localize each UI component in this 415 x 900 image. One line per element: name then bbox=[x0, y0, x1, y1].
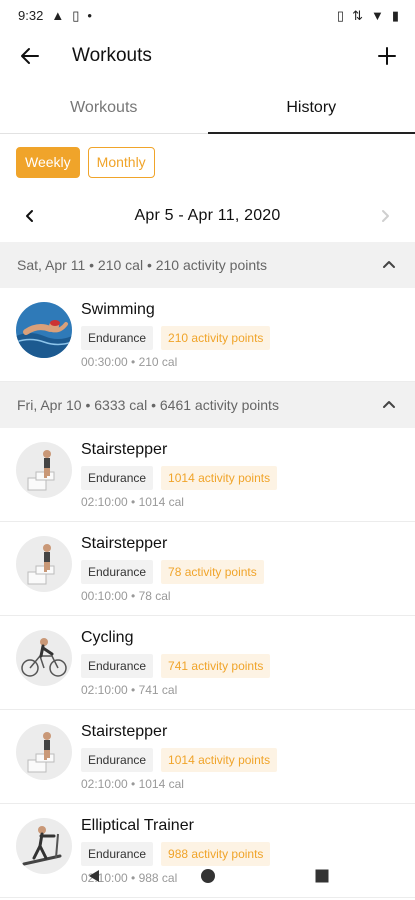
triangle-back-icon bbox=[88, 870, 99, 882]
activity-points-tag: 741 activity points bbox=[161, 654, 271, 678]
history-list: Sat, Apr 11 • 210 cal • 210 activity poi… bbox=[0, 242, 415, 898]
workout-type-tag: Endurance bbox=[81, 748, 154, 772]
chevron-up-icon bbox=[383, 401, 395, 408]
wifi-icon: ▼ bbox=[370, 7, 384, 23]
workout-name: Swimming bbox=[81, 301, 155, 318]
workout-type-tag: Endurance bbox=[81, 326, 154, 350]
activity-points-tag: 78 activity points bbox=[161, 560, 264, 584]
tab-history[interactable]: History bbox=[207, 82, 415, 134]
workout-meta: 02:10:00 • 1014 cal bbox=[81, 777, 184, 791]
workout-type-tag: Endurance bbox=[81, 466, 154, 490]
page-title: Workouts bbox=[72, 45, 152, 66]
back-arrow-icon bbox=[21, 48, 39, 64]
chevron-left-icon bbox=[26, 210, 33, 222]
system-back-button[interactable] bbox=[80, 862, 108, 890]
workout-meta: 02:10:00 • 741 cal bbox=[81, 683, 178, 697]
collapse-button[interactable] bbox=[377, 393, 401, 417]
workout-item[interactable]: Cycling Endurance 741 activity points 02… bbox=[0, 616, 415, 710]
activity-points-tag: 1014 activity points bbox=[161, 748, 278, 772]
warning-icon: ▲ bbox=[51, 7, 65, 23]
stairstepper-icon bbox=[16, 442, 72, 498]
workout-name: Elliptical Trainer bbox=[81, 817, 194, 834]
system-recents-button[interactable] bbox=[308, 862, 336, 890]
square-recents-icon bbox=[315, 869, 328, 883]
swimming-icon bbox=[16, 302, 72, 358]
workout-name: Stairstepper bbox=[81, 723, 168, 740]
workout-type-tag: Endurance bbox=[81, 654, 154, 678]
workout-meta: 02:10:00 • 1014 cal bbox=[81, 495, 184, 509]
stairstepper-icon bbox=[16, 536, 72, 592]
system-home-button[interactable] bbox=[194, 862, 222, 890]
app-bar: Workouts bbox=[0, 30, 415, 82]
system-nav-bar bbox=[0, 852, 415, 900]
collapse-button[interactable] bbox=[377, 253, 401, 277]
period-selector: Weekly Monthly bbox=[0, 134, 415, 190]
workout-type-tag: Endurance bbox=[81, 560, 154, 584]
day-header[interactable]: Fri, Apr 10 • 6333 cal • 6461 activity p… bbox=[0, 382, 415, 428]
workout-meta: 00:10:00 • 78 cal bbox=[81, 589, 171, 603]
workout-meta: 00:30:00 • 210 cal bbox=[81, 355, 178, 369]
day-summary: Fri, Apr 10 • 6333 cal • 6461 activity p… bbox=[17, 397, 279, 413]
workout-item[interactable]: Stairstepper Endurance 1014 activity poi… bbox=[0, 710, 415, 804]
workout-name: Stairstepper bbox=[81, 441, 168, 458]
dot-icon: • bbox=[87, 7, 92, 23]
workout-name: Cycling bbox=[81, 629, 134, 646]
battery-icon: ▮ bbox=[391, 7, 399, 23]
back-button[interactable] bbox=[14, 40, 46, 72]
date-navigator: Apr 5 - Apr 11, 2020 bbox=[0, 190, 415, 242]
sim-icon: ▯ bbox=[72, 7, 80, 23]
previous-week-button[interactable] bbox=[16, 202, 44, 230]
next-week-button[interactable] bbox=[371, 202, 399, 230]
chevron-up-icon bbox=[383, 261, 395, 268]
add-button[interactable] bbox=[371, 40, 403, 72]
vibrate-icon: ▯ bbox=[336, 7, 345, 23]
tab-bar: Workouts History bbox=[0, 82, 415, 134]
stairstepper-icon bbox=[16, 724, 72, 780]
cycling-icon bbox=[16, 630, 72, 686]
workout-item[interactable]: Stairstepper Endurance 1014 activity poi… bbox=[0, 428, 415, 522]
weekly-chip[interactable]: Weekly bbox=[16, 146, 80, 178]
plus-icon bbox=[378, 47, 396, 65]
chevron-right-icon bbox=[381, 210, 389, 222]
workout-name: Stairstepper bbox=[81, 535, 168, 552]
workout-item[interactable]: Swimming Endurance 210 activity points 0… bbox=[0, 288, 415, 382]
activity-points-tag: 1014 activity points bbox=[161, 466, 278, 490]
status-time: 9:32 bbox=[18, 7, 44, 23]
workout-item[interactable]: Stairstepper Endurance 78 activity point… bbox=[0, 522, 415, 616]
status-bar: 9:32 ▲ ▯ • ▯ ⇅ ▼ ▮ bbox=[0, 0, 415, 30]
circle-home-icon bbox=[200, 869, 215, 883]
tab-workouts[interactable]: Workouts bbox=[0, 82, 208, 133]
monthly-chip[interactable]: Monthly bbox=[87, 146, 155, 178]
day-summary: Sat, Apr 11 • 210 cal • 210 activity poi… bbox=[17, 257, 268, 273]
day-header[interactable]: Sat, Apr 11 • 210 cal • 210 activity poi… bbox=[0, 242, 415, 288]
date-range-label: Apr 5 - Apr 11, 2020 bbox=[134, 207, 281, 224]
data-arrows-icon: ⇅ bbox=[352, 7, 363, 23]
activity-points-tag: 210 activity points bbox=[161, 326, 271, 350]
